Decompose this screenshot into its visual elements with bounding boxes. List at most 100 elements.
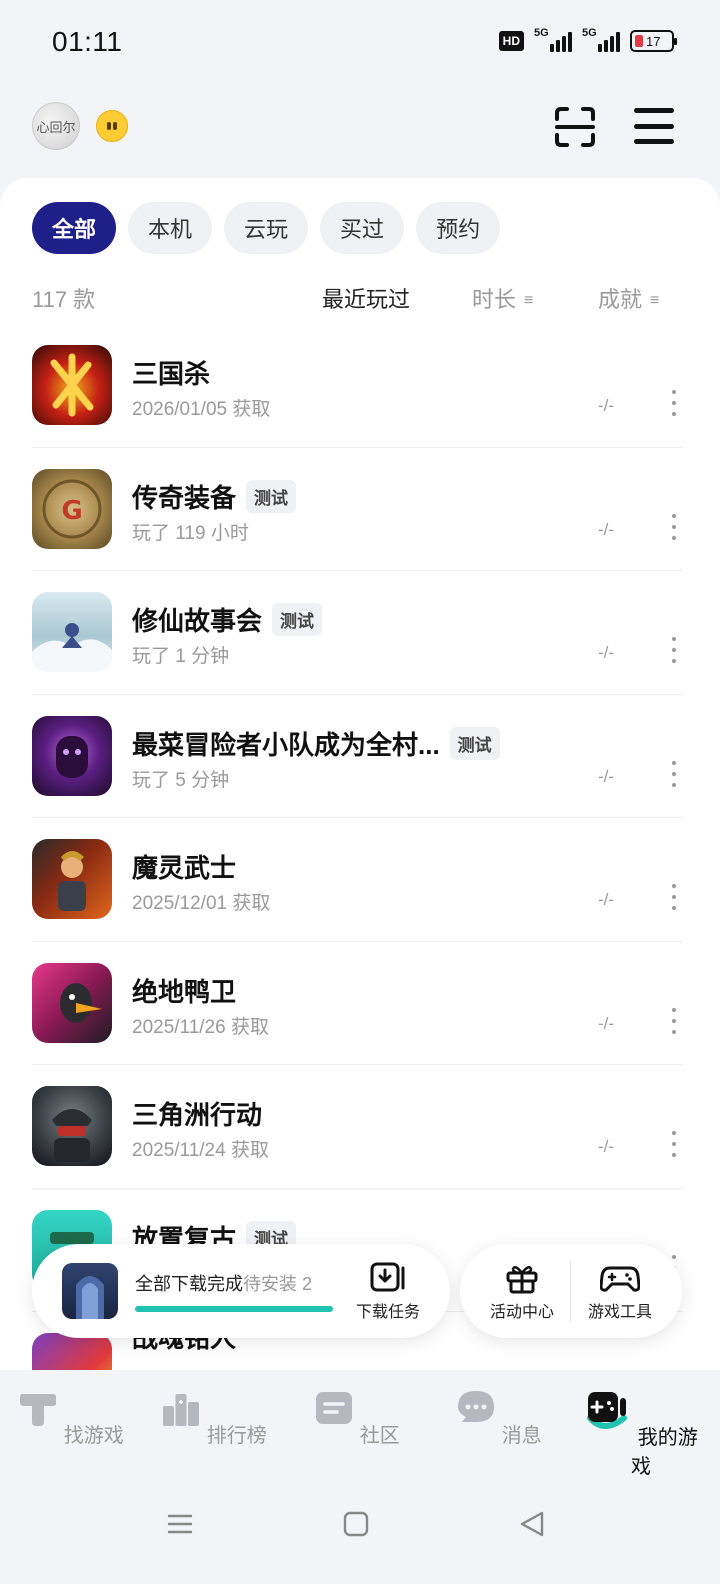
- game-count: 117 款: [32, 287, 96, 312]
- game-tools-button[interactable]: 游戏工具: [572, 1262, 668, 1322]
- test-tag: 测试: [246, 479, 297, 513]
- game-title: 三国杀: [132, 359, 211, 389]
- game-library-panel: 全部 本机 云玩 买过 预约 117 款 最近玩过 时长 ≡ 成就 ≡ 三国杀 20…: [0, 178, 720, 1378]
- filter-chips: 全部 本机 云玩 买过 预约: [32, 202, 501, 254]
- game-subtitle: 玩了 1 分钟: [132, 646, 230, 667]
- nav-messages[interactable]: 消息: [439, 1388, 559, 1448]
- battery-icon: 17: [630, 30, 677, 52]
- sort-recent-button[interactable]: 最近玩过: [322, 282, 410, 314]
- avatar[interactable]: 心回尔: [32, 102, 80, 150]
- download-thumbnail: [62, 1263, 118, 1319]
- achievement-value: -/-: [598, 766, 615, 786]
- more-options-icon[interactable]: [670, 760, 678, 787]
- download-progress-bar: [135, 1306, 333, 1312]
- menu-button[interactable]: [634, 108, 674, 144]
- find-games-icon: [20, 1394, 57, 1426]
- game-subtitle: 2026/01/05 获取: [132, 399, 271, 420]
- messages-icon: [458, 1391, 495, 1422]
- recent-apps-icon[interactable]: [166, 1510, 194, 1538]
- more-options-icon[interactable]: [670, 1007, 678, 1034]
- game-subtitle: 2025/11/26 获取: [132, 1016, 269, 1038]
- more-options-icon[interactable]: [670, 637, 678, 663]
- sort-row: 117 款 最近玩过 时长 ≡ 成就 ≡: [32, 278, 688, 314]
- header: 心回尔: [0, 100, 720, 156]
- game-row[interactable]: 三国杀 2026/01/05 获取 -/-: [32, 324, 682, 448]
- filter-reserved[interactable]: 预约: [416, 202, 501, 254]
- game-title: 魔灵武士: [132, 853, 237, 883]
- filter-all[interactable]: 全部: [32, 202, 117, 254]
- sort-icon: ≡: [524, 292, 534, 310]
- gamepad-icon: [600, 1266, 640, 1292]
- game-row[interactable]: G 传奇装备 测试 玩了 119 小时 -/-: [32, 448, 682, 571]
- achievement-value: -/-: [598, 396, 615, 415]
- filter-local[interactable]: 本机: [128, 202, 213, 254]
- game-icon: [32, 715, 112, 796]
- filter-purchased[interactable]: 买过: [320, 202, 405, 254]
- status-bar: 01:11 HD 5G 5G 17: [0, 0, 720, 90]
- game-subtitle: 2025/12/01 获取: [132, 893, 271, 914]
- activity-center-button[interactable]: 活动中心: [474, 1262, 570, 1322]
- game-icon: [32, 962, 112, 1043]
- nav-find-games[interactable]: 找游戏: [11, 1388, 131, 1448]
- achievement-value: -/-: [598, 1137, 615, 1156]
- more-options-icon[interactable]: [670, 390, 678, 416]
- community-icon: [316, 1392, 353, 1424]
- download-status-text: 全部下载完成待安装 2: [135, 1274, 313, 1294]
- game-icon: G: [32, 468, 112, 549]
- nav-community[interactable]: 社区: [297, 1388, 417, 1448]
- game-title: 修仙故事会 测试: [132, 601, 323, 638]
- achievement-value: -/-: [598, 519, 615, 539]
- scan-button[interactable]: [554, 106, 596, 148]
- more-options-icon[interactable]: [670, 884, 678, 910]
- game-subtitle: 2025/11/24 获取: [132, 1140, 269, 1161]
- divider: [570, 1260, 571, 1322]
- game-subtitle: 玩了 119 小时: [132, 522, 249, 544]
- game-subtitle: 玩了 5 分钟: [132, 769, 230, 791]
- game-icon: [32, 839, 112, 919]
- game-row[interactable]: 魔灵武士 2025/12/01 获取 -/-: [32, 818, 682, 942]
- download-task-button[interactable]: 下载任务: [350, 1262, 426, 1322]
- status-icons: HD 5G 5G 17: [498, 27, 677, 52]
- game-icon: [32, 592, 112, 672]
- game-title: 三角洲行动: [132, 1100, 263, 1130]
- my-games-icon: [587, 1392, 628, 1429]
- back-icon[interactable]: [518, 1510, 546, 1538]
- filter-cloud[interactable]: 云玩: [224, 202, 309, 254]
- game-row[interactable]: 三角洲行动 2025/11/24 获取 -/-: [32, 1065, 682, 1189]
- gift-icon: [506, 1265, 538, 1294]
- signal-icon: 5G: [534, 27, 572, 52]
- game-row[interactable]: 最菜冒险者小队成为全村... 测试 玩了 5 分钟 -/-: [32, 695, 682, 818]
- game-title: 绝地鸭卫: [132, 976, 237, 1007]
- nav-rankings[interactable]: 排行榜: [154, 1388, 274, 1448]
- game-title: 最菜冒险者小队成为全村... 测试: [132, 725, 500, 762]
- more-options-icon[interactable]: [670, 1131, 678, 1157]
- status-emoji-icon[interactable]: [96, 110, 128, 142]
- achievement-value: -/-: [598, 643, 615, 662]
- rankings-icon: [163, 1394, 200, 1426]
- system-navigation: [0, 1510, 720, 1550]
- game-icon: [32, 345, 112, 425]
- test-tag: 测试: [449, 726, 500, 760]
- nav-my-games[interactable]: 我的游戏: [581, 1388, 701, 1479]
- bottom-navigation: 找游戏 排行榜 社区 消息 我的游戏: [0, 1370, 720, 1584]
- game-row[interactable]: 修仙故事会 测试 玩了 1 分钟 -/-: [32, 571, 682, 695]
- achievement-value: -/-: [598, 890, 615, 909]
- quick-actions: 活动中心 游戏工具: [460, 1244, 682, 1338]
- achievement-value: -/-: [598, 1013, 615, 1033]
- more-options-icon[interactable]: [670, 513, 678, 540]
- hd-icon: HD: [498, 31, 524, 51]
- svg-text:G: G: [61, 496, 82, 526]
- game-list: 三国杀 2026/01/05 获取 -/- G 传奇装备 测试 玩了 119 小时…: [32, 324, 682, 1378]
- menu-icon: [634, 108, 674, 113]
- download-status-bar[interactable]: 全部下载完成待安装 2 下载任务: [32, 1244, 450, 1338]
- download-icon: [370, 1262, 405, 1292]
- sort-achievement-button[interactable]: 成就 ≡: [598, 282, 659, 314]
- scan-icon: [555, 107, 595, 147]
- signal-icon: 5G: [582, 27, 620, 52]
- home-icon[interactable]: [342, 1510, 370, 1538]
- game-title: 传奇装备 测试: [132, 478, 297, 515]
- game-row[interactable]: 绝地鸭卫 2025/11/26 获取 -/-: [32, 942, 682, 1065]
- sort-icon: ≡: [650, 292, 660, 310]
- sort-duration-button[interactable]: 时长 ≡: [472, 282, 533, 314]
- game-icon: [32, 1086, 112, 1166]
